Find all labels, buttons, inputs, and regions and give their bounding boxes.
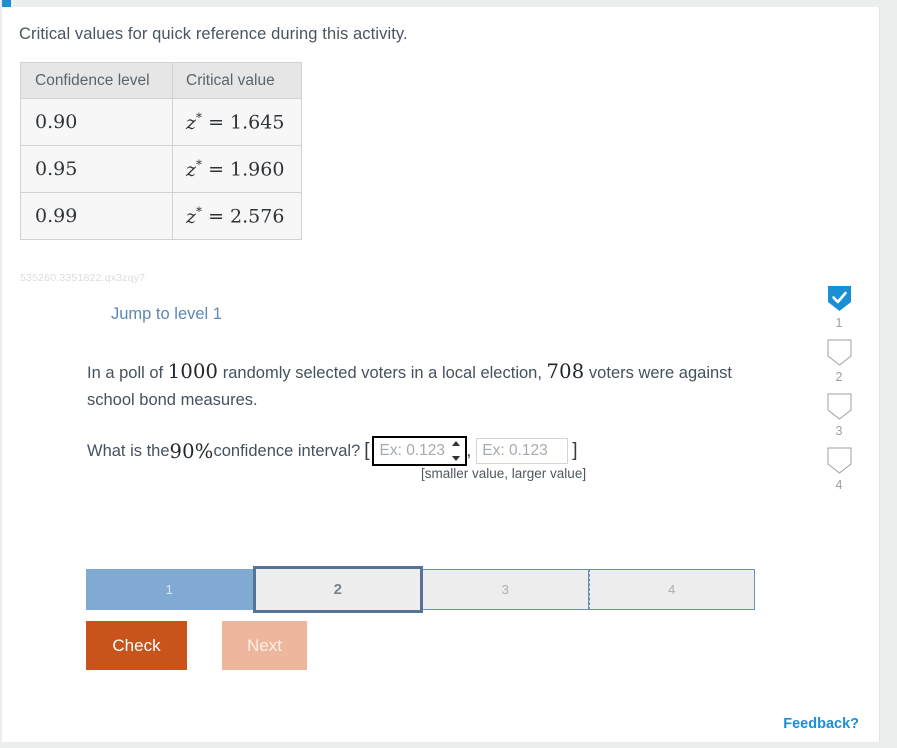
answer-prompt-row: What is the 90% confidence interval? [ ,… — [87, 436, 582, 466]
confidence-level-value: 90% — [169, 439, 214, 463]
reference-caption: Critical values for quick reference duri… — [19, 25, 408, 43]
sample-size-value: 1000 — [167, 360, 219, 383]
rail-item-1: 1 — [826, 285, 853, 339]
level-shield-rail: 1 2 3 4 — [816, 285, 862, 501]
progress-segment-3[interactable]: 3 — [423, 569, 589, 610]
feedback-link[interactable]: Feedback? — [783, 716, 859, 732]
rail-number-2: 2 — [835, 370, 843, 384]
critical-number: 1.645 — [230, 111, 285, 134]
progress-segment-1[interactable]: 1 — [86, 569, 253, 610]
open-bracket: [ — [364, 440, 370, 461]
critical-number: 1.960 — [230, 158, 285, 181]
z-symbol: z* — [186, 204, 203, 228]
z-symbol: z* — [186, 157, 203, 181]
shield-empty-icon[interactable] — [826, 393, 853, 420]
z-symbol: z* — [186, 110, 203, 134]
equals-sign: = — [208, 111, 224, 134]
cell-critical-value: z* = 1.645 — [172, 98, 302, 146]
number-spinner-icon[interactable] — [452, 441, 461, 461]
column-header-confidence-level: Confidence level — [20, 62, 173, 99]
step-progress-bar: 1 2 3 4 — [86, 566, 755, 613]
critical-number: 2.576 — [230, 205, 285, 228]
rail-item-4: 4 — [826, 447, 853, 501]
rail-item-2: 2 — [826, 339, 853, 393]
column-header-critical-value: Critical value — [172, 62, 302, 99]
critical-values-table: Confidence level Critical value 0.90 z* … — [20, 62, 302, 240]
progress-segment-2[interactable]: 2 — [252, 566, 423, 613]
blue-tab-indicator — [2, 0, 11, 7]
upper-bound-input[interactable] — [476, 438, 569, 464]
equals-sign: = — [208, 158, 224, 181]
rail-number-4: 4 — [835, 478, 843, 492]
jump-to-level-link[interactable]: Jump to level 1 — [111, 305, 222, 324]
check-button[interactable]: Check — [86, 621, 187, 670]
lower-bound-field-wrapper[interactable] — [371, 436, 467, 466]
activity-card: Critical values for quick reference duri… — [2, 7, 880, 742]
prompt-prefix: What is the — [87, 441, 170, 460]
prompt-suffix: confidence interval? — [213, 441, 361, 460]
top-strip — [0, 0, 897, 7]
next-button[interactable]: Next — [222, 621, 307, 670]
table-row: 0.90 z* = 1.645 — [20, 98, 302, 146]
progress-segment-4[interactable]: 4 — [588, 569, 755, 610]
cell-confidence-level: 0.95 — [20, 145, 173, 193]
cell-confidence-level: 0.99 — [20, 192, 173, 240]
question-stem: In a poll of 1000 randomly selected vote… — [87, 358, 757, 414]
cell-confidence-level: 0.90 — [20, 98, 173, 146]
shield-empty-icon[interactable] — [826, 447, 853, 474]
rail-number-3: 3 — [835, 424, 843, 438]
close-bracket: ] — [572, 440, 578, 461]
rail-number-1: 1 — [835, 316, 843, 330]
shield-checked-icon[interactable] — [826, 285, 853, 312]
values-comma: , — [466, 441, 472, 460]
table-row: 0.99 z* = 2.576 — [20, 192, 302, 240]
equals-sign: = — [208, 205, 224, 228]
stem-middle: randomly selected voters in a local elec… — [218, 364, 547, 382]
stem-prefix: In a poll of — [87, 364, 168, 382]
upper-bound-field-wrapper[interactable] — [476, 438, 569, 464]
cell-critical-value: z* = 1.960 — [172, 145, 302, 193]
cell-critical-value: z* = 2.576 — [172, 192, 302, 240]
activity-id-label: 535260.3351822.qx3zqy7 — [20, 272, 146, 284]
activity-page: Critical values for quick reference duri… — [0, 0, 897, 748]
against-count-value: 708 — [546, 360, 585, 383]
table-row: 0.95 z* = 1.960 — [20, 145, 302, 193]
input-order-hint: [smaller value, larger value] — [421, 466, 587, 481]
rail-item-3: 3 — [826, 393, 853, 447]
table-header-row: Confidence level Critical value — [20, 62, 302, 99]
shield-empty-icon[interactable] — [826, 339, 853, 366]
